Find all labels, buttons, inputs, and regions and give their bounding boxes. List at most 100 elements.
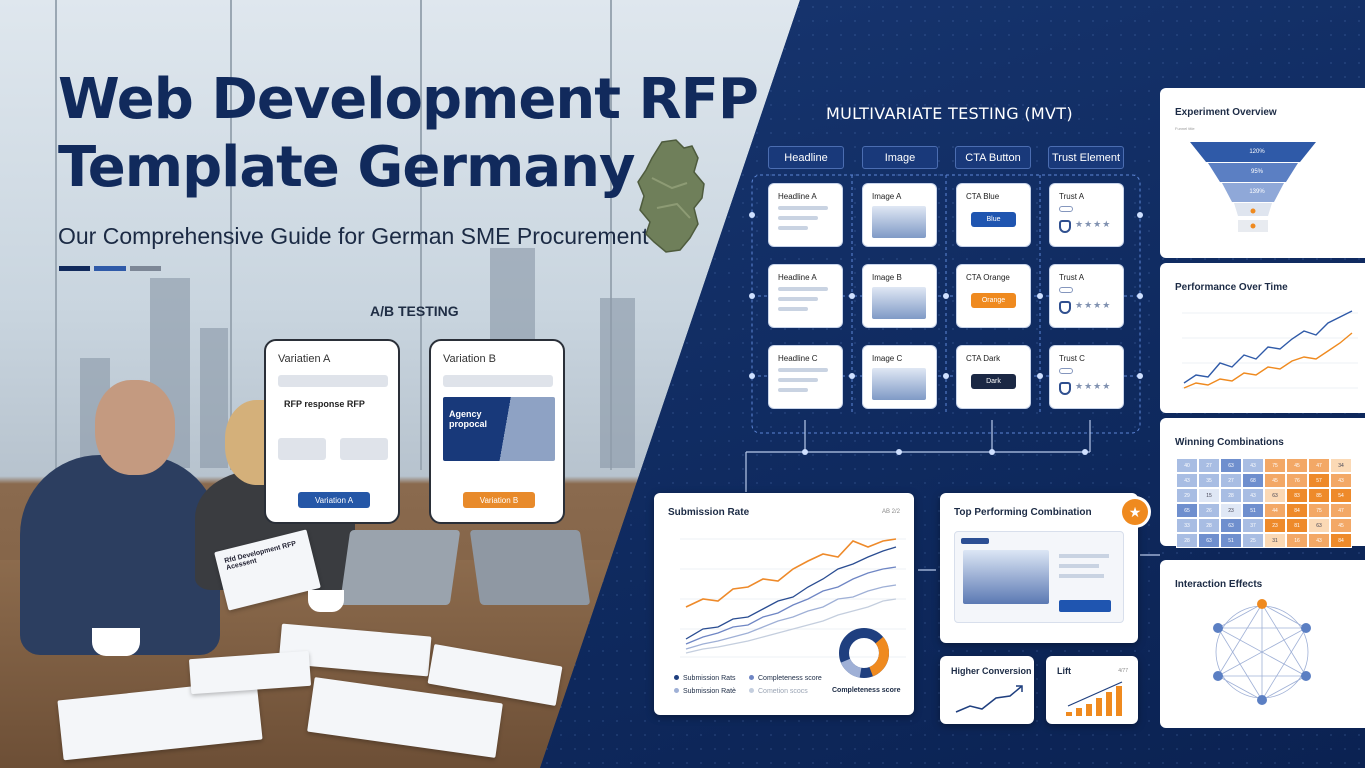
completeness-donut (839, 628, 889, 678)
mockup-logo (961, 538, 989, 544)
heatmap-cell: 47 (1330, 503, 1352, 518)
interaction-network (1213, 599, 1311, 705)
performance-line-chart (1182, 310, 1358, 389)
heatmap-cell: 43 (1330, 473, 1352, 488)
legend-item: Completeness score (749, 675, 824, 682)
heatmap-cell: 84 (1286, 503, 1308, 518)
heatmap-cell: 75 (1308, 503, 1330, 518)
cta-sample-button: Dark (971, 374, 1016, 389)
cta-sample-button: Blue (971, 212, 1016, 227)
cell-image-b[interactable]: Image B (863, 265, 936, 327)
funnel-subtitle: Funnel title (1175, 126, 1195, 131)
text-line (1059, 564, 1099, 568)
star-icon: ★ (1122, 499, 1148, 525)
card-corner-label: 4/77 (1118, 668, 1128, 674)
card-title: Interaction Effects (1175, 579, 1263, 590)
card-title: Higher Conversion (951, 666, 1032, 676)
trend-up-icon (955, 685, 1023, 713)
text-line (778, 307, 808, 311)
heatmap-cell: 63 (1198, 533, 1220, 548)
cell-label: Headline A (778, 273, 817, 282)
cell-label: Trust A (1059, 192, 1085, 201)
experiment-overview-card: Experiment Overview Funnel title 120% 95… (1160, 88, 1365, 258)
funnel-value: 95% (1250, 169, 1263, 175)
series-orange (685, 538, 897, 608)
interaction-effects-card: Interaction Effects (1160, 560, 1365, 728)
legend-item: Submission Rats (674, 675, 749, 682)
cell-headline-a2[interactable]: Headline A (769, 265, 842, 327)
heatmap-cell: 63 (1264, 488, 1286, 503)
cell-headline-a[interactable]: Headline A (769, 184, 842, 246)
heatmap-cell: 34 (1330, 458, 1352, 473)
badge-icon (1059, 368, 1073, 374)
winning-combinations-card: Winning Combinations 40 27 63 43 75 45 47 34 43 3… (1160, 418, 1365, 548)
text-line (778, 388, 808, 392)
cell-label: Trust A (1059, 273, 1085, 282)
lift-card: Lift 4/77 (1046, 656, 1138, 724)
higher-conversion-card: Higher Conversion (940, 656, 1034, 724)
heatmap-cell: 43 (1308, 533, 1330, 548)
cell-label: CTA Orange (966, 273, 1010, 282)
shield-icon (1059, 382, 1071, 395)
performance-over-time-card: Performance Over Time (1160, 263, 1365, 413)
heatmap-cell: 26 (1198, 503, 1220, 518)
heatmap-cell: 23 (1220, 503, 1242, 518)
series-orange (1183, 332, 1353, 389)
heatmap-cell: 75 (1264, 458, 1286, 473)
text-line (778, 378, 818, 382)
winning-heatmap: 40 27 63 43 75 45 47 34 43 35 27 68 45 76 57 43 29 15 28 43… (1176, 458, 1352, 548)
cell-image-a[interactable]: Image A (863, 184, 936, 246)
card-title: Lift (1057, 666, 1071, 676)
lift-bar-chart (1066, 681, 1123, 716)
cta-sample-button (1059, 600, 1111, 612)
text-line (778, 216, 818, 220)
heatmap-cell: 27 (1198, 458, 1220, 473)
heatmap-cell: 51 (1242, 503, 1264, 518)
cell-label: CTA Dark (966, 354, 1001, 363)
heatmap-cell: 83 (1286, 488, 1308, 503)
heatmap-cell: 63 (1220, 458, 1242, 473)
cta-sample-button: Orange (971, 293, 1016, 308)
image-placeholder-icon (872, 368, 926, 400)
heatmap-cell: 40 (1176, 458, 1198, 473)
cell-label: CTA Blue (966, 192, 1000, 201)
legend-item: Cometion scocs (749, 688, 824, 695)
badge-icon (1059, 287, 1073, 293)
heatmap-cell: 35 (1198, 473, 1220, 488)
heatmap-cell: 28 (1176, 533, 1198, 548)
heatmap-cell: 15 (1198, 488, 1220, 503)
cell-cta-dark[interactable]: CTA Dark Dark (957, 346, 1030, 408)
heatmap-cell: 51 (1220, 533, 1242, 548)
donut-label: Completeness score (832, 687, 901, 694)
text-line (778, 226, 808, 230)
heatmap-cell: 43 (1242, 488, 1264, 503)
image-placeholder-icon (872, 206, 926, 238)
heatmap-cell: 84 (1330, 533, 1352, 548)
shield-icon (1059, 301, 1071, 314)
cell-trust-c[interactable]: Trust C ★★★★ (1050, 346, 1123, 408)
image-placeholder-icon (963, 550, 1049, 604)
series-blue (1183, 310, 1353, 384)
text-line (778, 206, 828, 210)
heatmap-cell: 31 (1264, 533, 1286, 548)
cell-cta-orange[interactable]: CTA Orange Orange (957, 265, 1030, 327)
cell-label: Headline A (778, 192, 817, 201)
cell-cta-blue[interactable]: CTA Blue Blue (957, 184, 1030, 246)
card-title: Winning Combinations (1175, 437, 1284, 448)
card-title: Top Performing Combination (954, 507, 1092, 518)
heatmap-cell: 16 (1286, 533, 1308, 548)
cell-headline-c[interactable]: Headline C (769, 346, 842, 408)
cell-label: Trust C (1059, 354, 1085, 363)
cell-trust-a2[interactable]: Trust A ★★★★ (1050, 265, 1123, 327)
heatmap-cell: 45 (1286, 458, 1308, 473)
heatmap-cell: 28 (1198, 518, 1220, 533)
cell-label: Headline C (778, 354, 818, 363)
cell-image-c[interactable]: Image C (863, 346, 936, 408)
text-line (778, 287, 828, 291)
star-rating: ★★★★ (1075, 381, 1112, 391)
heatmap-cell: 65 (1176, 503, 1198, 518)
text-line (778, 297, 818, 301)
cell-trust-a[interactable]: Trust A ★★★★ (1050, 184, 1123, 246)
heatmap-cell: 45 (1264, 473, 1286, 488)
top-performing-card: Top Performing Combination ★ (940, 493, 1148, 643)
